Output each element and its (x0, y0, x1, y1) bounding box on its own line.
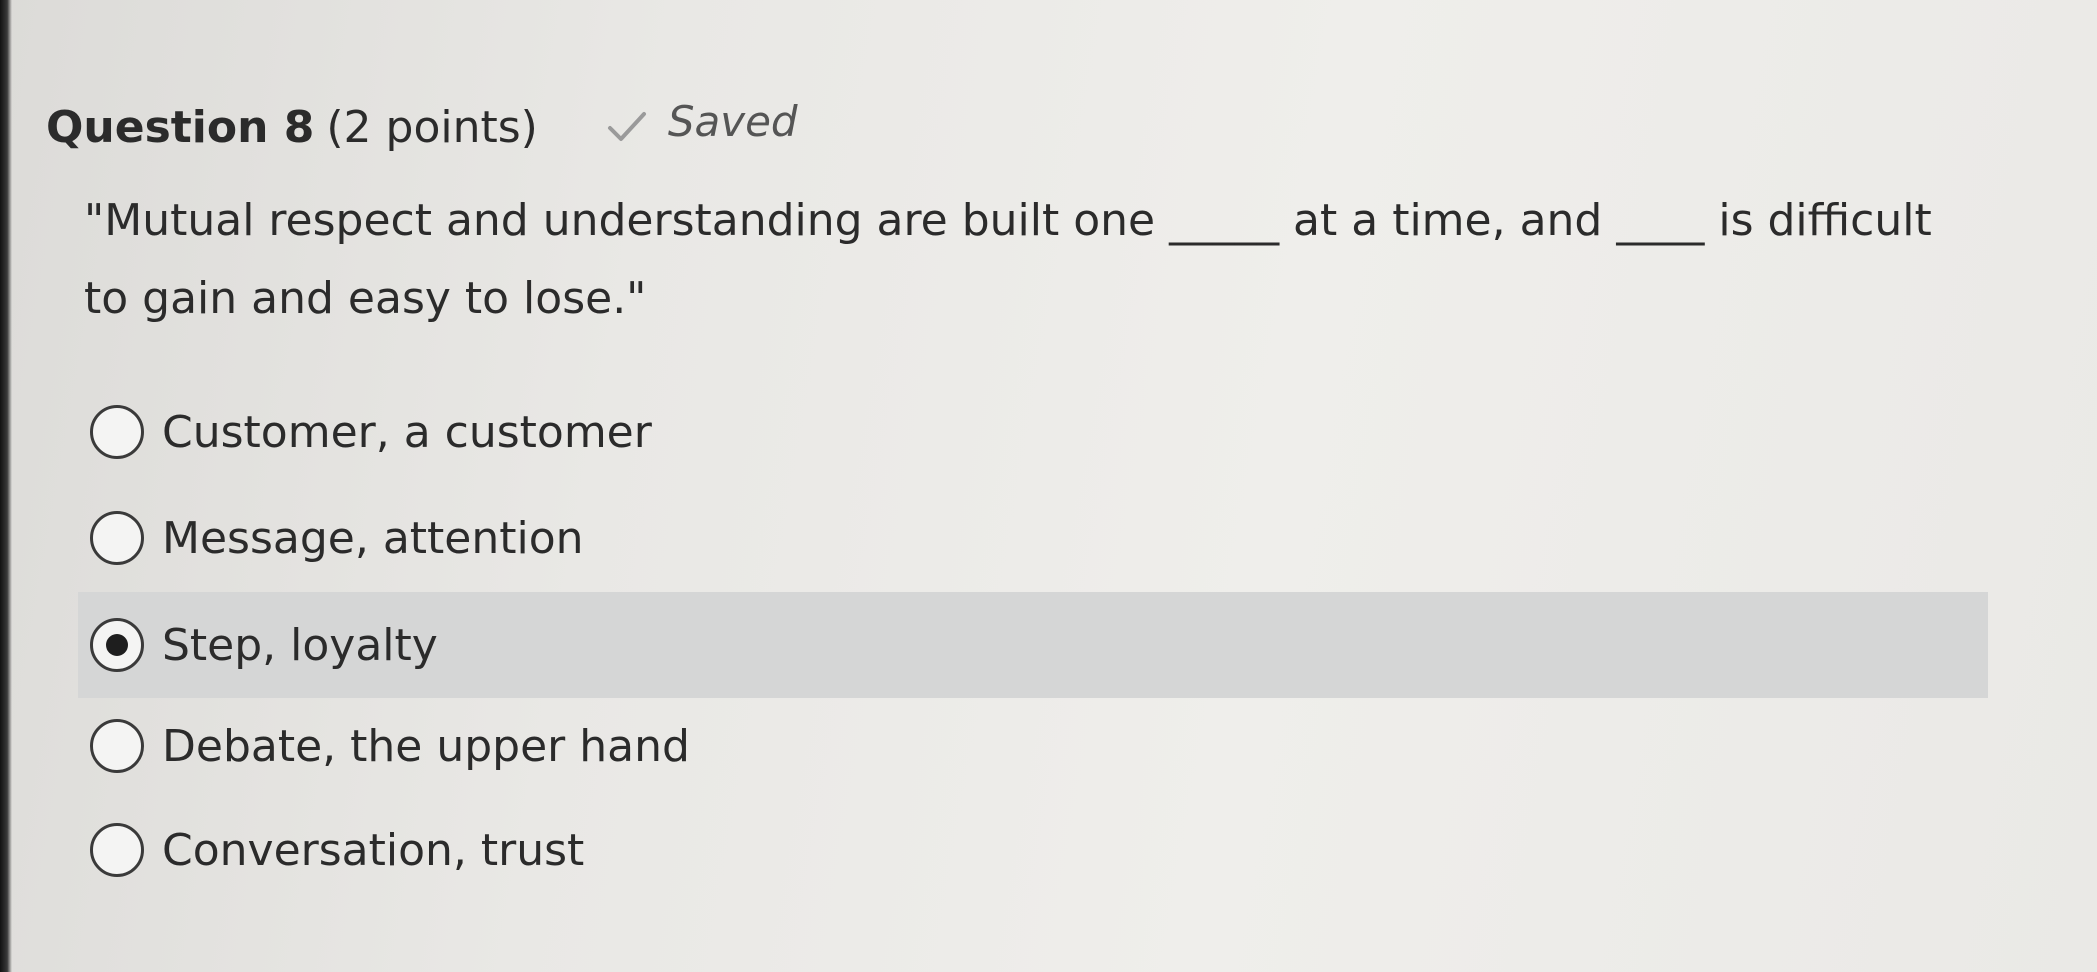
radio-button-selected[interactable] (90, 618, 144, 672)
radio-button[interactable] (90, 823, 144, 877)
answer-option-5[interactable]: Conversation, trust (80, 800, 1980, 900)
question-text-line-2: to gain and easy to lose." (84, 273, 647, 324)
answer-option-label[interactable]: Message, attention (162, 513, 584, 564)
radio-button[interactable] (90, 405, 144, 459)
answer-option-label[interactable]: Step, loyalty (162, 620, 438, 671)
answer-option-label[interactable]: Customer, a customer (162, 407, 652, 458)
screen-edge (0, 0, 12, 972)
answer-option-1[interactable]: Customer, a customer (80, 382, 1980, 482)
radio-button[interactable] (90, 719, 144, 773)
radio-selected-dot (106, 634, 128, 656)
question-text-line-1: "Mutual respect and understanding are bu… (84, 195, 1932, 246)
radio-button[interactable] (90, 511, 144, 565)
question-number: Question 8 (46, 101, 315, 153)
question-text: "Mutual respect and understanding are bu… (84, 182, 2024, 338)
answer-option-4[interactable]: Debate, the upper hand (80, 696, 1980, 796)
checkmark-icon (607, 112, 646, 141)
question-header: Question 8 (2 points) Saved (46, 92, 798, 162)
question-points: (2 points) (326, 101, 538, 153)
answer-option-2[interactable]: Message, attention (80, 488, 1980, 588)
answer-option-3-selected[interactable]: Step, loyalty (78, 592, 1988, 698)
answer-option-label[interactable]: Debate, the upper hand (162, 721, 690, 772)
answer-option-label[interactable]: Conversation, trust (162, 825, 584, 876)
saved-status: Saved (667, 96, 798, 146)
